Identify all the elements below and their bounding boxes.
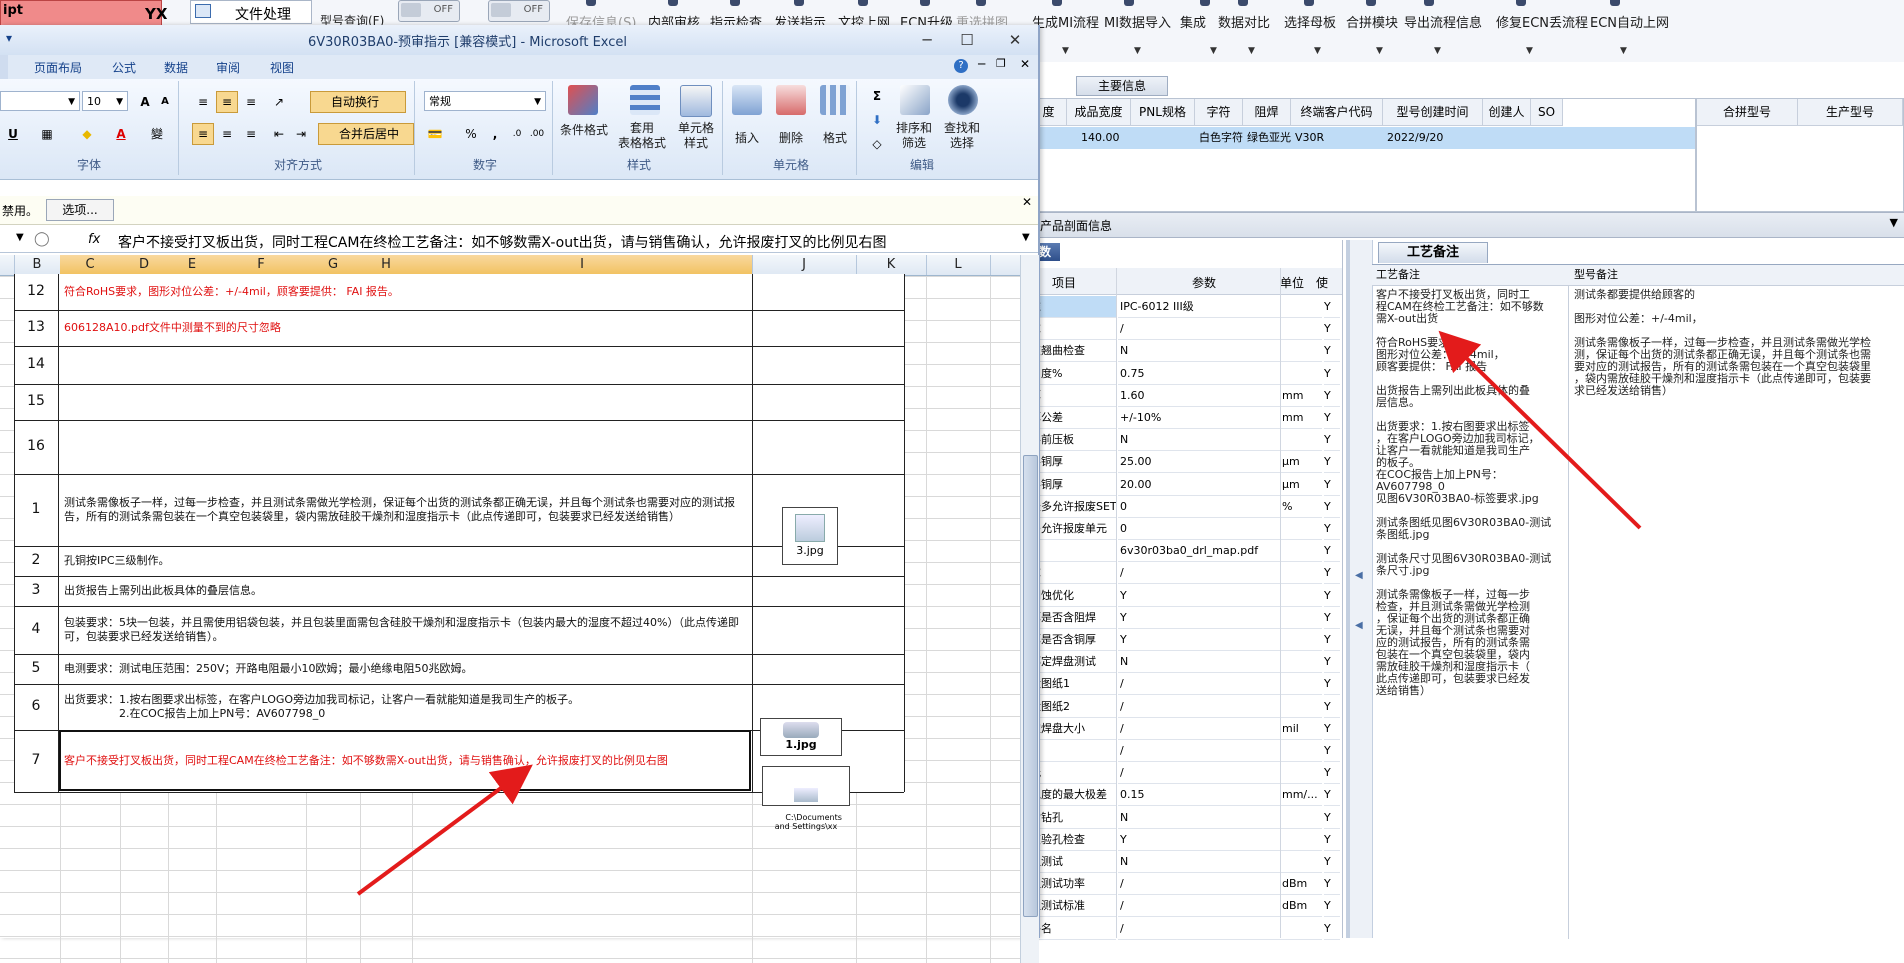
red-arrow-excel xyxy=(356,764,533,896)
red-arrow-notes xyxy=(1438,330,1642,530)
grid-line xyxy=(0,958,1020,959)
annotation-arrows xyxy=(356,330,1642,896)
